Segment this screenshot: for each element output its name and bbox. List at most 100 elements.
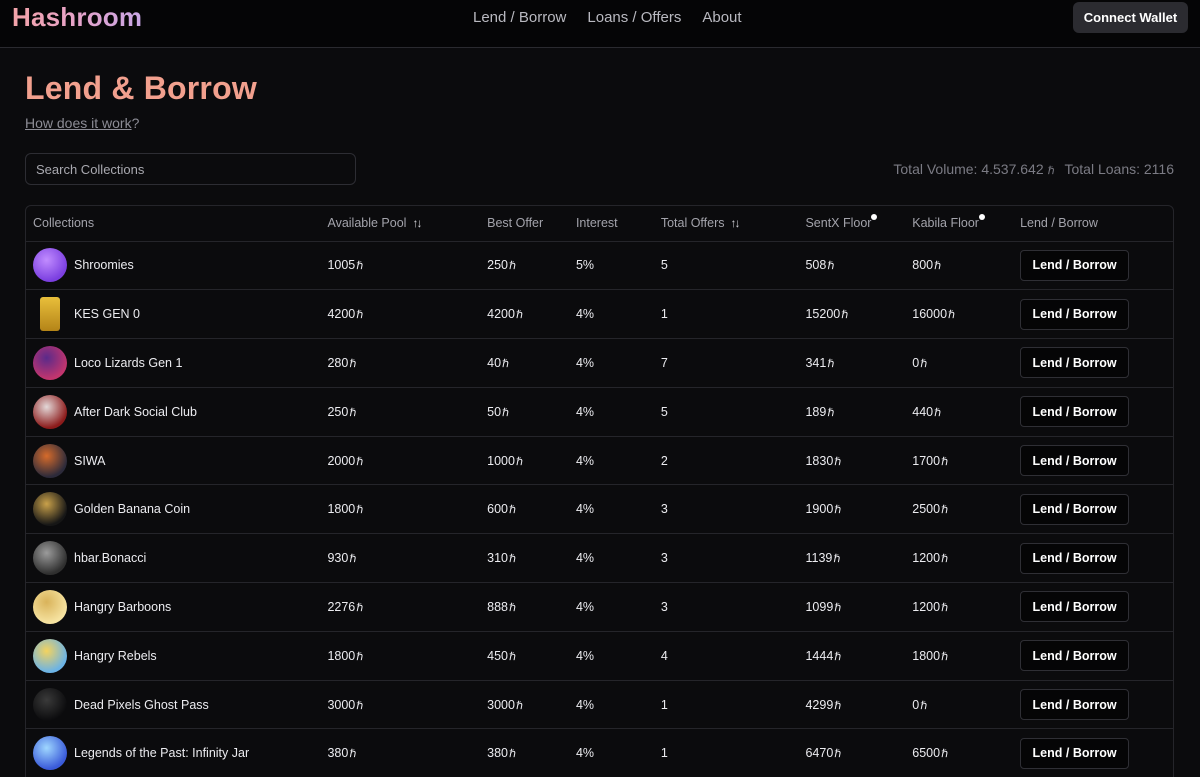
lend-borrow-button[interactable]: Lend / Borrow: [1020, 542, 1130, 574]
total-offers-cell: 3: [660, 582, 806, 632]
collection-cell: Legends of the Past: Infinity Jar: [26, 728, 328, 777]
sort-icon[interactable]: ↑↓: [731, 216, 741, 230]
best-offer-cell: 50ℏ: [487, 387, 576, 437]
collection-name[interactable]: Legends of the Past: Infinity Jar: [74, 746, 249, 760]
header-kabila-floor: Kabila Floor: [912, 206, 1021, 242]
lend-borrow-button[interactable]: Lend / Borrow: [1020, 445, 1130, 477]
sentx-floor-cell: 1900ℏ: [805, 484, 913, 535]
lend-borrow-button[interactable]: Lend / Borrow: [1020, 298, 1130, 330]
connect-wallet-button[interactable]: Connect Wallet: [1073, 2, 1188, 33]
lend-borrow-button[interactable]: Lend / Borrow: [1020, 347, 1130, 379]
hbar-symbol: ℏ: [508, 650, 516, 663]
collections-table: Collections Available Pool ↑↓ Best Offer …: [25, 205, 1174, 777]
best-offer-cell: 1000ℏ: [487, 436, 576, 486]
available-pool-cell: 2276ℏ: [327, 582, 488, 632]
hbar-symbol: ℏ: [834, 601, 842, 614]
collection-cell: Golden Banana Coin: [26, 484, 328, 535]
hbar-symbol: ℏ: [948, 309, 956, 322]
hbar-symbol: ℏ: [934, 406, 942, 419]
hbar-symbol: ℏ: [1047, 165, 1055, 177]
collection-name[interactable]: SIWA: [74, 454, 105, 468]
hbar-symbol: ℏ: [508, 748, 516, 761]
header-total-offers[interactable]: Total Offers ↑↓: [660, 206, 806, 242]
collection-name[interactable]: Hangry Rebels: [74, 649, 157, 663]
lend-borrow-button[interactable]: Lend / Borrow: [1020, 493, 1130, 525]
available-pool-cell: 2000ℏ: [327, 436, 488, 486]
kabila-floor-cell: 1200ℏ: [912, 582, 1021, 632]
collection-name[interactable]: KES GEN 0: [74, 307, 140, 321]
nav-loans-offers[interactable]: Loans / Offers: [587, 9, 681, 27]
available-pool-cell: 250ℏ: [327, 387, 488, 437]
table-row: Shroomies 1005ℏ 250ℏ 5% 5 508ℏ 800ℏ Lend / Borr…: [26, 241, 1173, 291]
total-offers-cell: 2: [660, 436, 806, 486]
hbar-symbol: ℏ: [356, 650, 364, 663]
table-row: Hangry Rebels 1800ℏ 450ℏ 4% 4 1444ℏ 1800ℏ Lend …: [26, 631, 1173, 681]
available-pool-cell: 1005ℏ: [327, 241, 488, 291]
info-dot-icon[interactable]: [871, 214, 878, 221]
lend-borrow-button[interactable]: Lend / Borrow: [1020, 591, 1130, 623]
kabila-floor-cell: 440ℏ: [912, 387, 1021, 437]
hbar-symbol: ℏ: [349, 357, 357, 370]
collection-name[interactable]: hbar.Bonacci: [74, 551, 146, 565]
collection-name[interactable]: Shroomies: [74, 258, 134, 272]
best-offer-cell: 380ℏ: [487, 728, 576, 777]
hbar-symbol: ℏ: [841, 309, 849, 322]
sentx-floor-cell: 508ℏ: [805, 241, 913, 291]
lend-borrow-button[interactable]: Lend / Borrow: [1020, 396, 1130, 428]
best-offer-cell: 310ℏ: [487, 533, 576, 584]
hbar-symbol: ℏ: [834, 455, 842, 468]
total-offers-cell: 5: [660, 241, 806, 291]
search-collections-input[interactable]: [25, 153, 356, 185]
header-available-pool[interactable]: Available Pool ↑↓: [327, 206, 488, 242]
hbar-symbol: ℏ: [349, 553, 357, 566]
header-sentx-floor: SentX Floor: [805, 206, 913, 242]
info-dot-icon[interactable]: [978, 214, 985, 221]
lend-borrow-button[interactable]: Lend / Borrow: [1020, 689, 1130, 721]
hbar-symbol: ℏ: [515, 309, 523, 322]
hbar-symbol: ℏ: [834, 748, 842, 761]
action-cell: Lend / Borrow: [1020, 728, 1173, 777]
header-interest: Interest: [575, 206, 661, 242]
hbar-symbol: ℏ: [827, 260, 835, 273]
hbar-symbol: ℏ: [508, 553, 516, 566]
best-offer-cell: 3000ℏ: [487, 680, 576, 730]
hbar-symbol: ℏ: [356, 699, 364, 712]
hbar-symbol: ℏ: [941, 650, 949, 663]
hashroom-logo[interactable]: Hashroom: [12, 2, 142, 33]
header-best-offer: Best Offer: [487, 206, 576, 242]
collection-name[interactable]: Dead Pixels Ghost Pass: [74, 698, 209, 712]
hbar-symbol: ℏ: [508, 504, 516, 517]
total-volume: Total Volume: 4.537.642: [893, 161, 1044, 177]
lend-borrow-button[interactable]: Lend / Borrow: [1020, 640, 1130, 672]
collection-name[interactable]: Golden Banana Coin: [74, 502, 190, 516]
nav-lend-borrow[interactable]: Lend / Borrow: [473, 9, 566, 27]
hbar-symbol: ℏ: [834, 504, 842, 517]
how-it-works-link[interactable]: How does it work: [25, 115, 132, 131]
collection-name[interactable]: Hangry Barboons: [74, 600, 171, 614]
action-cell: Lend / Borrow: [1020, 241, 1173, 291]
lend-borrow-button[interactable]: Lend / Borrow: [1020, 249, 1130, 281]
sort-icon[interactable]: ↑↓: [412, 216, 422, 230]
action-cell: Lend / Borrow: [1020, 387, 1173, 437]
action-cell: Lend / Borrow: [1020, 338, 1173, 388]
table-row: Legends of the Past: Infinity Jar 380ℏ 380…: [26, 728, 1173, 777]
hbar-symbol: ℏ: [834, 699, 842, 712]
hbar-symbol: ℏ: [941, 748, 949, 761]
lend-borrow-button[interactable]: Lend / Borrow: [1020, 737, 1130, 769]
hbar-symbol: ℏ: [834, 650, 842, 663]
interest-cell: 4%: [575, 533, 661, 584]
collection-name[interactable]: Loco Lizards Gen 1: [74, 356, 182, 370]
best-offer-cell: 450ℏ: [487, 631, 576, 681]
total-offers-cell: 3: [660, 533, 806, 584]
hbar-symbol: ℏ: [508, 601, 516, 614]
header-lend-borrow: Lend / Borrow: [1020, 206, 1173, 242]
totals-summary: Total Volume: 4.537.642 ℏ Total Loans: 21…: [887, 161, 1174, 177]
hbar-symbol: ℏ: [356, 309, 364, 322]
hbar-symbol: ℏ: [941, 553, 949, 566]
hbar-symbol: ℏ: [941, 455, 949, 468]
table-row: Golden Banana Coin 1800ℏ 600ℏ 4% 3 1900ℏ 2500ℏ…: [26, 484, 1173, 535]
collection-name[interactable]: After Dark Social Club: [74, 405, 197, 419]
action-cell: Lend / Borrow: [1020, 533, 1173, 584]
hbar-symbol: ℏ: [356, 455, 364, 468]
nav-about[interactable]: About: [702, 9, 741, 27]
